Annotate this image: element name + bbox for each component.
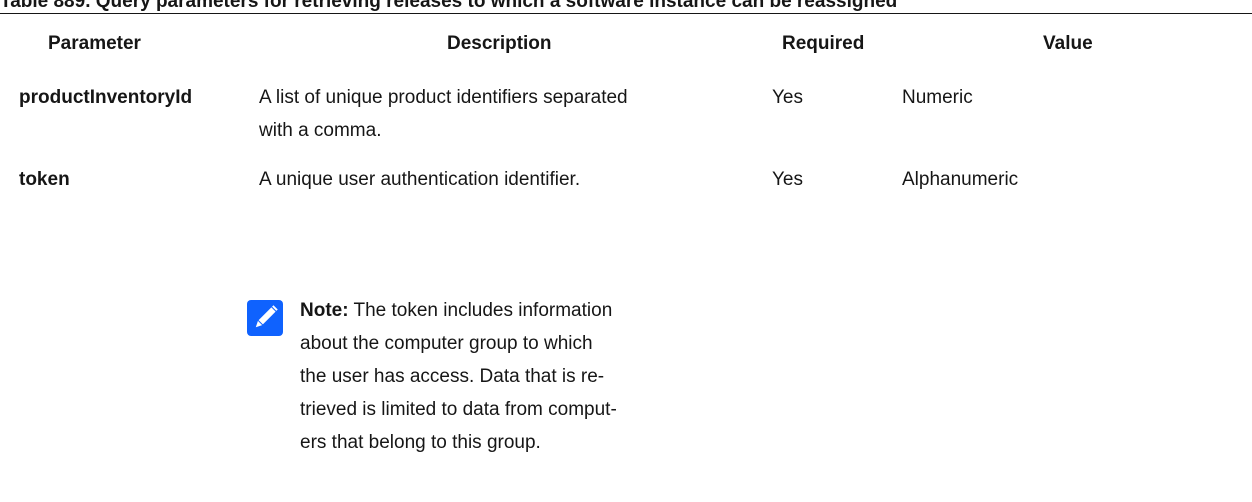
cell-value: Alphanumeric	[902, 169, 1019, 190]
header-description: Description	[447, 33, 552, 54]
cell-parameter: productInventoryId	[19, 87, 193, 108]
cell-required: Yes	[772, 169, 803, 190]
pencil-note-icon	[247, 300, 283, 336]
note-line-text: The token includes information	[353, 300, 613, 321]
header-value: Value	[1043, 33, 1093, 54]
cell-required: Yes	[772, 87, 803, 108]
header-parameter: Parameter	[48, 33, 141, 54]
cell-description-line: A list of unique product identifiers sep…	[259, 87, 628, 108]
table-caption: Table 889. Query parameters for retrievi…	[0, 0, 898, 12]
note-label: Note:	[300, 300, 349, 321]
note-line: Note: The token includes information	[300, 294, 750, 327]
note-line: about the computer group to which	[300, 333, 593, 354]
header-required: Required	[782, 33, 865, 54]
note-text: Note: The token includes information abo…	[300, 294, 750, 459]
cell-description-line: A unique user authentication identifier.	[259, 169, 581, 190]
note-line: the user has access. Data that is re-	[300, 366, 605, 387]
cell-value: Numeric	[902, 87, 973, 108]
note-line: trieved is limited to data from comput-	[300, 399, 617, 420]
cell-parameter: token	[19, 169, 70, 190]
note-line: ers that belong to this group.	[300, 432, 541, 453]
cell-description-line: with a comma.	[259, 120, 382, 141]
caption-rule	[0, 13, 1252, 14]
